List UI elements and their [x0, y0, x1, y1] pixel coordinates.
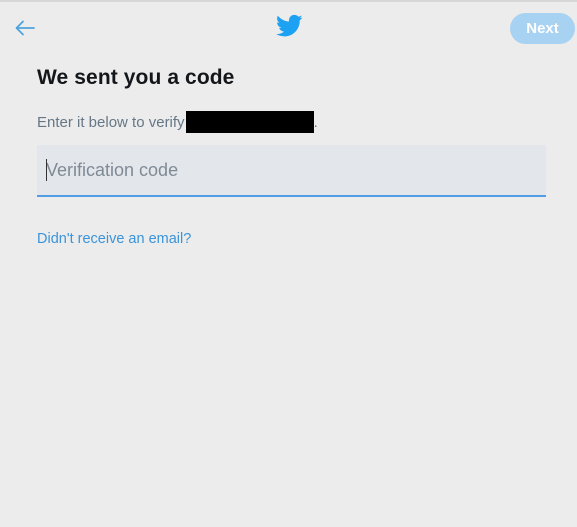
text-caret — [46, 159, 47, 181]
back-button[interactable] — [12, 15, 38, 41]
next-button[interactable]: Next — [510, 13, 575, 44]
verify-instructions-text: Enter it below to verify — [37, 113, 185, 131]
redacted-email-block — [185, 111, 314, 133]
verification-code-field[interactable] — [37, 145, 546, 197]
header-bar: Next — [0, 2, 577, 52]
twitter-bird-icon — [276, 14, 303, 37]
verify-instructions: Enter it below to verify . — [37, 111, 318, 133]
arrow-left-icon — [15, 20, 35, 36]
verify-instructions-period: . — [313, 113, 318, 131]
page-title: We sent you a code — [37, 66, 235, 89]
verification-code-input[interactable] — [37, 145, 546, 195]
resend-email-link[interactable]: Didn't receive an email? — [37, 231, 191, 247]
